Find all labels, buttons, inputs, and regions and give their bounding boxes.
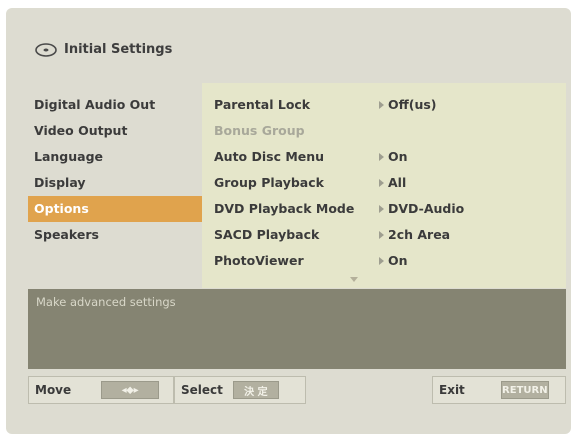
option-label: Parental Lock	[214, 97, 311, 112]
option-bonus-group: Bonus Group	[214, 118, 554, 144]
option-value: 2ch Area	[388, 227, 451, 242]
return-key-icon: RETURN	[500, 381, 549, 399]
option-value: All	[388, 175, 407, 190]
arrow-right-icon	[379, 205, 384, 213]
enter-key-icon: 決 定	[232, 381, 279, 399]
arrow-right-icon	[379, 153, 384, 161]
description-text: Make advanced settings	[36, 295, 176, 309]
menu-item-video-output[interactable]: Video Output	[28, 118, 202, 144]
option-label: Auto Disc Menu	[214, 149, 325, 164]
title-bar: Initial Settings	[34, 36, 172, 62]
option-value: On	[388, 149, 408, 164]
option-group-playback[interactable]: Group Playback All	[214, 170, 554, 196]
menu-item-label: Options	[34, 201, 89, 216]
option-value: DVD-Audio	[388, 201, 465, 216]
option-label: SACD Playback	[214, 227, 320, 242]
menu-item-options[interactable]: Options	[28, 196, 202, 222]
select-hint: Select 決 定	[174, 376, 306, 404]
cursor-keys-icon: ◂⬥▸	[101, 381, 160, 399]
menu-item-language[interactable]: Language	[28, 144, 202, 170]
exit-hint: Exit RETURN	[432, 376, 566, 404]
option-value: Off(us)	[388, 97, 437, 112]
arrow-right-icon	[379, 179, 384, 187]
option-label: Bonus Group	[214, 123, 305, 138]
menu-item-digital-audio-out[interactable]: Digital Audio Out	[28, 92, 202, 118]
select-label: Select	[181, 383, 223, 397]
settings-screen: Initial Settings Digital Audio Out Video…	[6, 8, 571, 434]
menu-item-label: Speakers	[34, 227, 99, 242]
option-label: DVD Playback Mode	[214, 201, 355, 216]
button-guide-bar: Move ◂⬥▸ Select 決 定 Exit RETURN	[28, 376, 566, 404]
disc-icon	[34, 40, 58, 58]
option-photoviewer[interactable]: PhotoViewer On	[214, 248, 554, 274]
move-hint: Move ◂⬥▸	[28, 376, 174, 404]
description-box: Make advanced settings	[28, 289, 566, 369]
exit-label: Exit	[439, 383, 465, 397]
menu-item-label: Digital Audio Out	[34, 97, 156, 112]
menu-item-speakers[interactable]: Speakers	[28, 222, 202, 248]
menu-item-label: Display	[34, 175, 86, 190]
option-value: On	[388, 253, 408, 268]
option-dvd-playback-mode[interactable]: DVD Playback Mode DVD-Audio	[214, 196, 554, 222]
page-title: Initial Settings	[64, 41, 173, 57]
category-menu: Digital Audio Out Video Output Language …	[28, 92, 202, 248]
arrow-right-icon	[379, 257, 384, 265]
arrow-right-icon	[379, 101, 384, 109]
option-auto-disc-menu[interactable]: Auto Disc Menu On	[214, 144, 554, 170]
menu-item-label: Video Output	[34, 123, 128, 138]
arrow-right-icon	[379, 231, 384, 239]
move-label: Move	[35, 383, 72, 397]
options-panel: Parental Lock Off(us) Bonus Group Auto D…	[202, 83, 566, 288]
scroll-down-icon[interactable]	[350, 277, 358, 282]
option-parental-lock[interactable]: Parental Lock Off(us)	[214, 92, 554, 118]
option-label: Group Playback	[214, 175, 324, 190]
option-label: PhotoViewer	[214, 253, 304, 268]
menu-item-display[interactable]: Display	[28, 170, 202, 196]
option-sacd-playback[interactable]: SACD Playback 2ch Area	[214, 222, 554, 248]
menu-item-label: Language	[34, 149, 104, 164]
